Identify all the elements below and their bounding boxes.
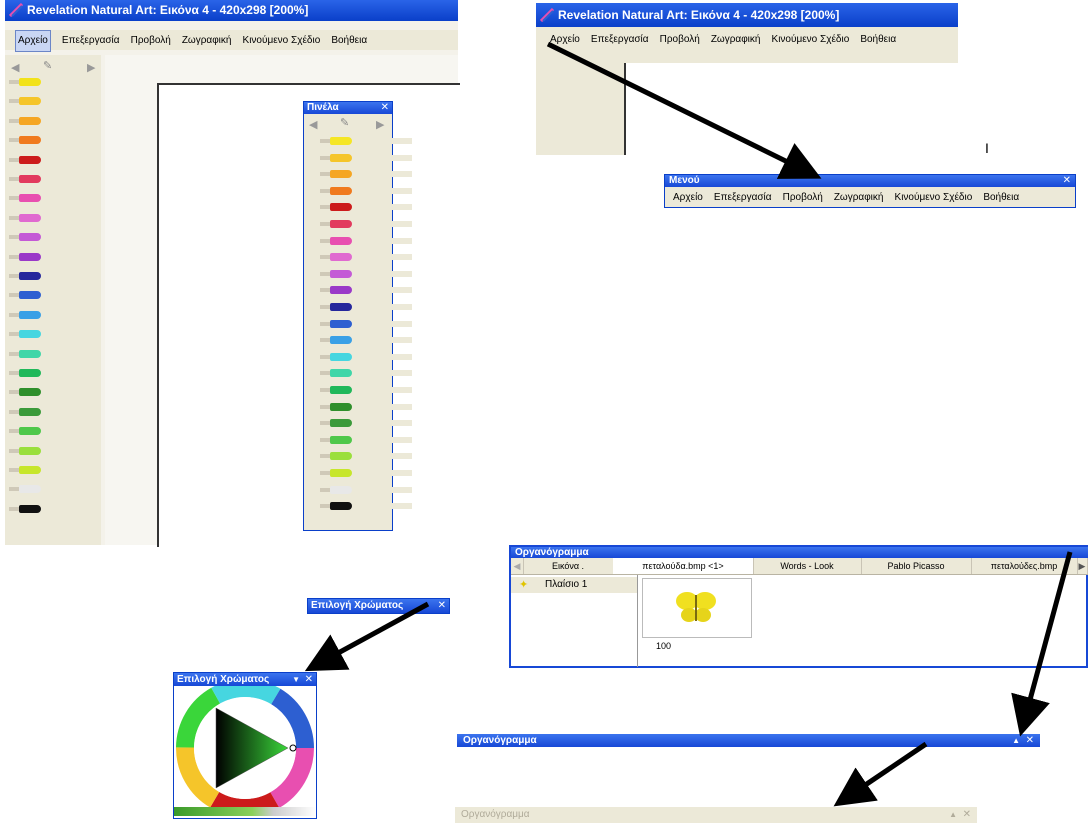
screenshot-collage: { "app_title": "Revelation Natural Art: …	[0, 0, 1088, 825]
arrow-storyboard-inactive	[833, 741, 928, 807]
arrow-storyboard-collapse	[1011, 551, 1073, 737]
arrow-colorpicker	[304, 601, 430, 672]
arrow-menu-to-panel	[546, 41, 822, 179]
arrows-layer	[304, 41, 1073, 807]
